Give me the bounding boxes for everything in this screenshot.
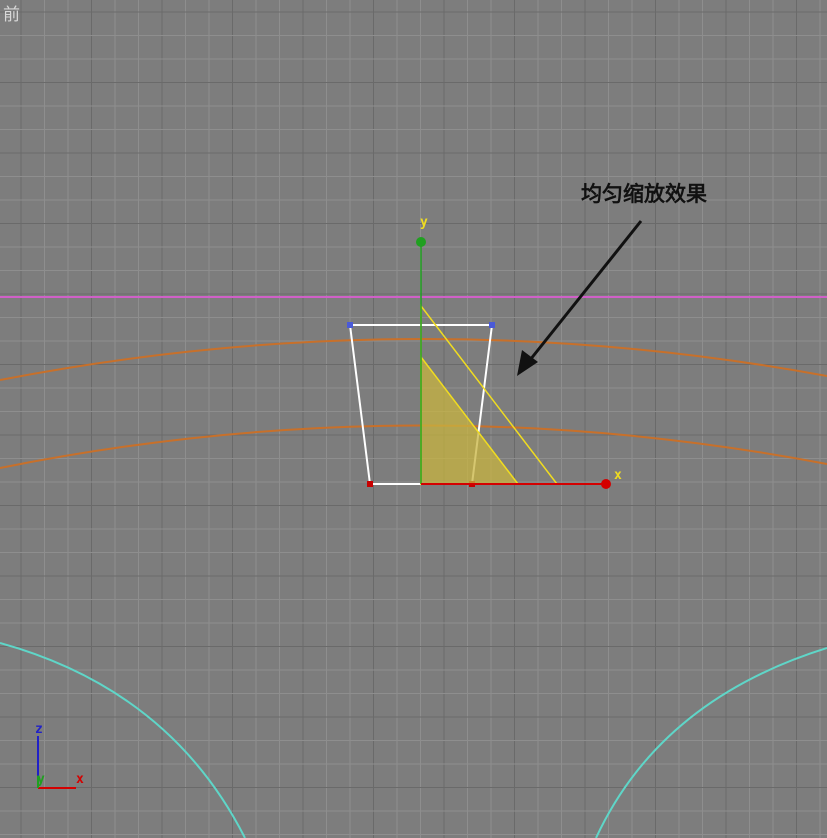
- grid: [0, 0, 827, 838]
- tripod-x-label: x: [76, 772, 84, 787]
- gizmo-y-label: y: [420, 215, 428, 230]
- viewport-label[interactable]: 前: [3, 5, 20, 25]
- vertex-top-right[interactable]: [489, 322, 495, 328]
- cyan-arc-right: [595, 647, 827, 838]
- viewport-scene[interactable]: y x z y x: [0, 0, 827, 838]
- tripod-z-label: z: [35, 722, 43, 737]
- front-viewport[interactable]: y x z y x 前 均匀缩放效果: [0, 0, 827, 838]
- gizmo-y-handle[interactable]: [416, 237, 426, 247]
- gizmo-x-handle[interactable]: [601, 479, 611, 489]
- scale-gizmo-inner-triangle[interactable]: [420, 354, 520, 485]
- tripod-y-label: y: [37, 772, 45, 787]
- vertex-top-left[interactable]: [347, 322, 353, 328]
- gizmo-x-label: x: [614, 468, 622, 483]
- annotation-text: 均匀缩放效果: [581, 182, 707, 206]
- vertex-bottom-left[interactable]: [367, 481, 373, 487]
